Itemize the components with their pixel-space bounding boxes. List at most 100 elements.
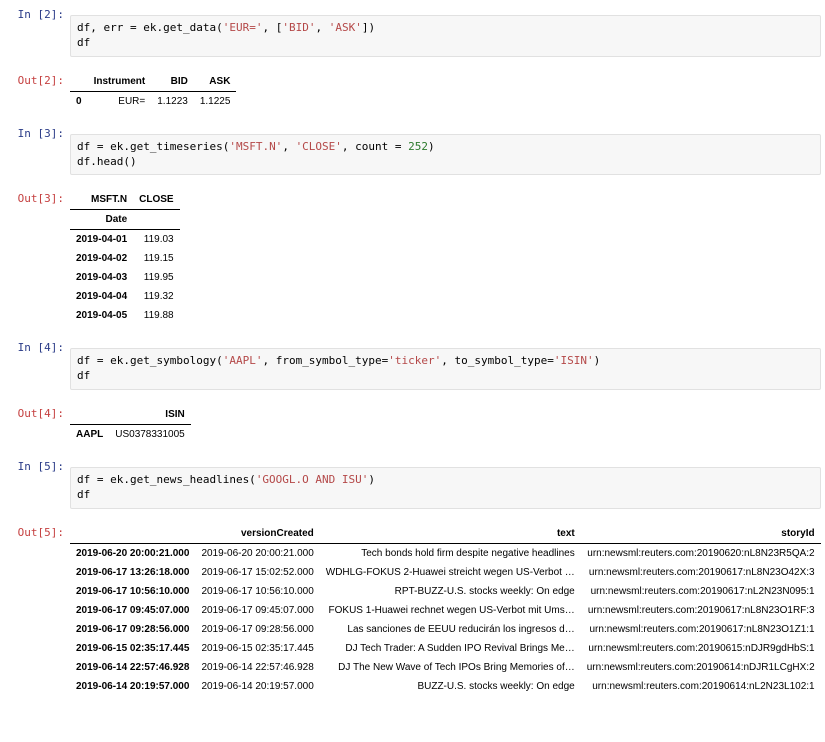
table-cell: 2019-06-14 20:19:57.000 [195,677,319,696]
row-index: 2019-06-17 09:28:56.000 [70,620,195,639]
row-index: 2019-06-14 20:19:57.000 [70,677,195,696]
cell-3-table: MSFT.NCLOSEDate2019-04-01119.032019-04-0… [70,190,180,325]
table-cell: 119.32 [133,287,179,306]
cell-2-out-prompt: Out[2]: [4,70,70,87]
table-row: 2019-06-14 20:19:57.0002019-06-14 20:19:… [70,677,821,696]
row-index: 0 [70,91,88,111]
cell-4-code[interactable]: df = ek.get_symbology('AAPL', from_symbo… [70,348,821,390]
row-index: 2019-06-17 13:26:18.000 [70,563,195,582]
cell-5-out-prompt: Out[5]: [4,522,70,539]
row-index: 2019-04-05 [70,306,133,325]
cell-4-out-prompt: Out[4]: [4,403,70,420]
table-header: MSFT.N [70,190,133,210]
cell-2-input: In [2]: df, err = ek.get_data('EUR=', ['… [4,4,821,68]
cell-2-table: InstrumentBIDASK0EUR=1.12231.1225 [70,72,236,111]
table-cell: DJ The New Wave of Tech IPOs Bring Memor… [320,658,581,677]
table-cell: WDHLG-FOKUS 2-Huawei streicht wegen US-V… [320,563,581,582]
table-cell: 2019-06-20 20:00:21.000 [195,543,319,563]
table-cell: urn:newsml:reuters.com:20190617:nL8N23O4… [581,563,821,582]
cell-2-table-wrap: InstrumentBIDASK0EUR=1.12231.1225 [70,70,821,115]
table-cell: US0378331005 [109,425,191,445]
cell-3-output: Out[3]: MSFT.NCLOSEDate2019-04-01119.032… [4,188,821,329]
table-row: 2019-06-17 09:45:07.0002019-06-17 09:45:… [70,601,821,620]
table-cell: EUR= [88,91,152,111]
row-index: 2019-04-04 [70,287,133,306]
table-cell: 2019-06-17 15:02:52.000 [195,563,319,582]
table-row: 2019-06-17 13:26:18.0002019-06-17 15:02:… [70,563,821,582]
table-row: 2019-06-14 22:57:46.9282019-06-14 22:57:… [70,658,821,677]
row-index: 2019-06-14 22:57:46.928 [70,658,195,677]
table-header [70,524,195,544]
table-cell: 1.1223 [151,91,194,111]
cell-2-in-prompt: In [2]: [4,4,70,21]
table-row: 2019-06-17 09:28:56.0002019-06-17 09:28:… [70,620,821,639]
table-header: ISIN [109,405,191,425]
row-index: AAPL [70,425,109,445]
cell-5-table-wrap: versionCreatedtextstoryIdsourceCode2019-… [70,522,821,700]
table-cell: urn:newsml:reuters.com:20190615:nDJR9gdH… [581,639,821,658]
table-cell: 2019-06-14 22:57:46.928 [195,658,319,677]
table-row: AAPLUS0378331005 [70,425,191,445]
table-cell: 2019-06-17 09:45:07.000 [195,601,319,620]
table-header: ASK [194,72,237,92]
table-cell: 119.95 [133,268,179,287]
table-cell: urn:newsml:reuters.com:20190614:nL2N23L1… [581,677,821,696]
table-header: storyId [581,524,821,544]
table-row: 2019-06-20 20:00:21.0002019-06-20 20:00:… [70,543,821,563]
cell-2-output: Out[2]: InstrumentBIDASK0EUR=1.12231.122… [4,70,821,115]
table-row: 0EUR=1.12231.1225 [70,91,236,111]
table-header: CLOSE [133,190,179,210]
cell-4-table-wrap: ISINAAPLUS0378331005 [70,403,821,448]
table-header [70,72,88,92]
row-index: 2019-06-17 10:56:10.000 [70,582,195,601]
table-cell: Tech bonds hold firm despite negative he… [320,543,581,563]
row-index: 2019-06-20 20:00:21.000 [70,543,195,563]
cell-5-table: versionCreatedtextstoryIdsourceCode2019-… [70,524,821,696]
row-index: 2019-04-02 [70,249,133,268]
table-row: 2019-04-02119.15 [70,249,180,268]
table-cell: 119.03 [133,230,179,250]
table-row: 2019-04-04119.32 [70,287,180,306]
cell-4-table: ISINAAPLUS0378331005 [70,405,191,444]
table-header: Instrument [88,72,152,92]
table-cell: 119.15 [133,249,179,268]
table-row: 2019-04-01119.03 [70,230,180,250]
table-cell: urn:newsml:reuters.com:20190617:nL2N23N0… [581,582,821,601]
cell-5-output: Out[5]: versionCreatedtextstoryIdsourceC… [4,522,821,700]
table-header: text [320,524,581,544]
cell-3-table-wrap: MSFT.NCLOSEDate2019-04-01119.032019-04-0… [70,188,821,329]
table-header: BID [151,72,194,92]
table-cell: 1.1225 [194,91,237,111]
table-cell: Las sanciones de EEUU reducirán los ingr… [320,620,581,639]
cell-5-code[interactable]: df = ek.get_news_headlines('GOOGL.O AND … [70,467,821,509]
table-row: 2019-06-17 10:56:10.0002019-06-17 10:56:… [70,582,821,601]
cell-4-output: Out[4]: ISINAAPLUS0378331005 [4,403,821,448]
cell-5-in-prompt: In [5]: [4,456,70,473]
table-cell: 119.88 [133,306,179,325]
table-cell: urn:newsml:reuters.com:20190614:nDJR1LCg… [581,658,821,677]
table-header [70,405,109,425]
table-cell: 2019-06-15 02:35:17.445 [195,639,319,658]
row-index: 2019-04-01 [70,230,133,250]
table-cell: FOKUS 1-Huawei rechnet wegen US-Verbot m… [320,601,581,620]
cell-3-in-prompt: In [3]: [4,123,70,140]
table-cell: 2019-06-17 09:28:56.000 [195,620,319,639]
table-cell: RPT-BUZZ-U.S. stocks weekly: On edge [320,582,581,601]
row-index: 2019-06-15 02:35:17.445 [70,639,195,658]
cell-3-out-prompt: Out[3]: [4,188,70,205]
table-cell: BUZZ-U.S. stocks weekly: On edge [320,677,581,696]
cell-2-code[interactable]: df, err = ek.get_data('EUR=', ['BID', 'A… [70,15,821,57]
cell-3-code[interactable]: df = ek.get_timeseries('MSFT.N', 'CLOSE'… [70,134,821,176]
table-cell: urn:newsml:reuters.com:20190620:nL8N23R5… [581,543,821,563]
table-header: versionCreated [195,524,319,544]
table-subheader: Date [70,210,133,230]
row-index: 2019-06-17 09:45:07.000 [70,601,195,620]
table-cell: urn:newsml:reuters.com:20190617:nL8N23O1… [581,601,821,620]
cell-4-in-prompt: In [4]: [4,337,70,354]
table-cell: urn:newsml:reuters.com:20190617:nL8N23O1… [581,620,821,639]
table-row: 2019-04-03119.95 [70,268,180,287]
table-cell: 2019-06-17 10:56:10.000 [195,582,319,601]
table-row: 2019-04-05119.88 [70,306,180,325]
row-index: 2019-04-03 [70,268,133,287]
table-subheader [133,210,179,230]
